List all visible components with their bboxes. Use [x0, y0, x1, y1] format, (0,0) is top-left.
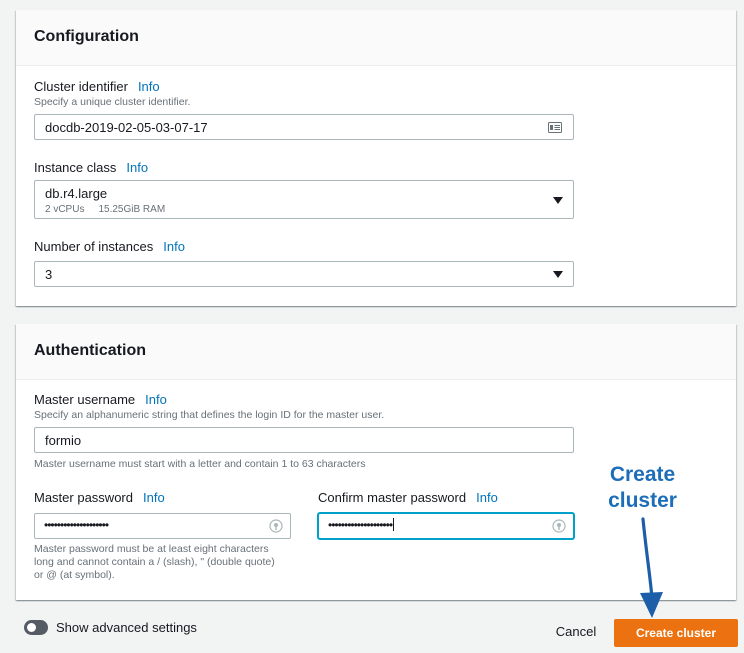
cluster-identifier-label-row: Cluster identifier Info [34, 79, 160, 94]
create-cluster-button[interactable]: Create cluster [614, 619, 738, 647]
master-username-label: Master username [34, 392, 136, 407]
master-password-hint: Master password must be at least eight c… [34, 543, 304, 582]
number-of-instances-label-row: Number of instances Info [34, 239, 185, 254]
id-card-icon[interactable] [548, 122, 562, 133]
toggle-knob [27, 623, 36, 632]
instance-class-vcpus: 2 vCPUs [45, 204, 85, 215]
instance-class-label: Instance class [34, 160, 117, 175]
annotation-line: cluster [608, 489, 677, 512]
configuration-title: Configuration [34, 28, 139, 45]
instance-class-label-row: Instance class Info [34, 160, 148, 175]
cluster-identifier-label: Cluster identifier [34, 79, 128, 94]
configuration-panel: Configuration Cluster identifier Info Spe… [16, 10, 736, 306]
master-username-input[interactable]: formio [34, 427, 574, 453]
confirm-master-password-info-link[interactable]: Info [476, 490, 498, 505]
master-password-hint-line: long and cannot contain a / (slash), " (… [34, 556, 275, 568]
authentication-title: Authentication [34, 342, 146, 359]
chevron-down-icon [553, 197, 563, 204]
master-password-label-row: Master password Info [34, 490, 165, 505]
cluster-identifier-info-link[interactable]: Info [138, 79, 160, 94]
confirm-master-password-value-wrap: •••••••••••••••••••• [328, 518, 395, 532]
password-manager-icon[interactable] [269, 519, 283, 533]
master-password-hint-line: or @ (at symbol). [34, 569, 115, 581]
master-password-hint-line: Master password must be at least eight c… [34, 543, 269, 555]
password-manager-icon[interactable] [552, 519, 566, 533]
confirm-master-password-masked-value: •••••••••••••••••••• [328, 518, 393, 532]
annotation-line: Create [609, 463, 676, 486]
master-password-info-link[interactable]: Info [143, 490, 165, 505]
confirm-master-password-label: Confirm master password [318, 490, 467, 505]
number-of-instances-info-link[interactable]: Info [163, 239, 185, 254]
configuration-header: Configuration [16, 10, 736, 66]
advanced-settings-toggle[interactable] [24, 620, 48, 635]
create-cluster-annotation: Create cluster [595, 462, 690, 514]
cluster-identifier-input[interactable]: docdb-2019-02-05-03-07-17 [34, 114, 574, 140]
master-password-label: Master password [34, 490, 133, 505]
instance-class-select[interactable]: db.r4.large 2 vCPUs 15.25GiB RAM [34, 180, 574, 219]
master-password-input[interactable]: •••••••••••••••••••• [34, 513, 291, 539]
master-username-description: Specify an alphanumeric string that defi… [34, 409, 385, 421]
text-cursor [393, 518, 395, 531]
confirm-master-password-label-row: Confirm master password Info [318, 490, 498, 505]
chevron-down-icon [553, 271, 563, 278]
cluster-identifier-value: docdb-2019-02-05-03-07-17 [45, 120, 208, 135]
number-of-instances-value: 3 [45, 267, 53, 282]
master-username-hint: Master username must start with a letter… [34, 458, 366, 470]
authentication-header: Authentication [16, 324, 736, 380]
confirm-master-password-input[interactable]: •••••••••••••••••••• [318, 513, 574, 539]
number-of-instances-label: Number of instances [34, 239, 154, 254]
instance-class-ram: 15.25GiB RAM [98, 204, 166, 215]
instance-class-value: db.r4.large [45, 186, 108, 201]
advanced-settings-label: Show advanced settings [56, 620, 197, 635]
master-username-info-link[interactable]: Info [145, 392, 167, 407]
master-password-masked-value: •••••••••••••••••••• [44, 518, 109, 532]
instance-class-info-link[interactable]: Info [126, 160, 148, 175]
cluster-identifier-description: Specify a unique cluster identifier. [34, 96, 191, 108]
number-of-instances-select[interactable]: 3 [34, 261, 574, 287]
cancel-button[interactable]: Cancel [548, 618, 604, 646]
instance-class-specs: 2 vCPUs 15.25GiB RAM [45, 204, 165, 215]
master-username-value: formio [45, 433, 82, 448]
master-username-label-row: Master username Info [34, 392, 167, 407]
